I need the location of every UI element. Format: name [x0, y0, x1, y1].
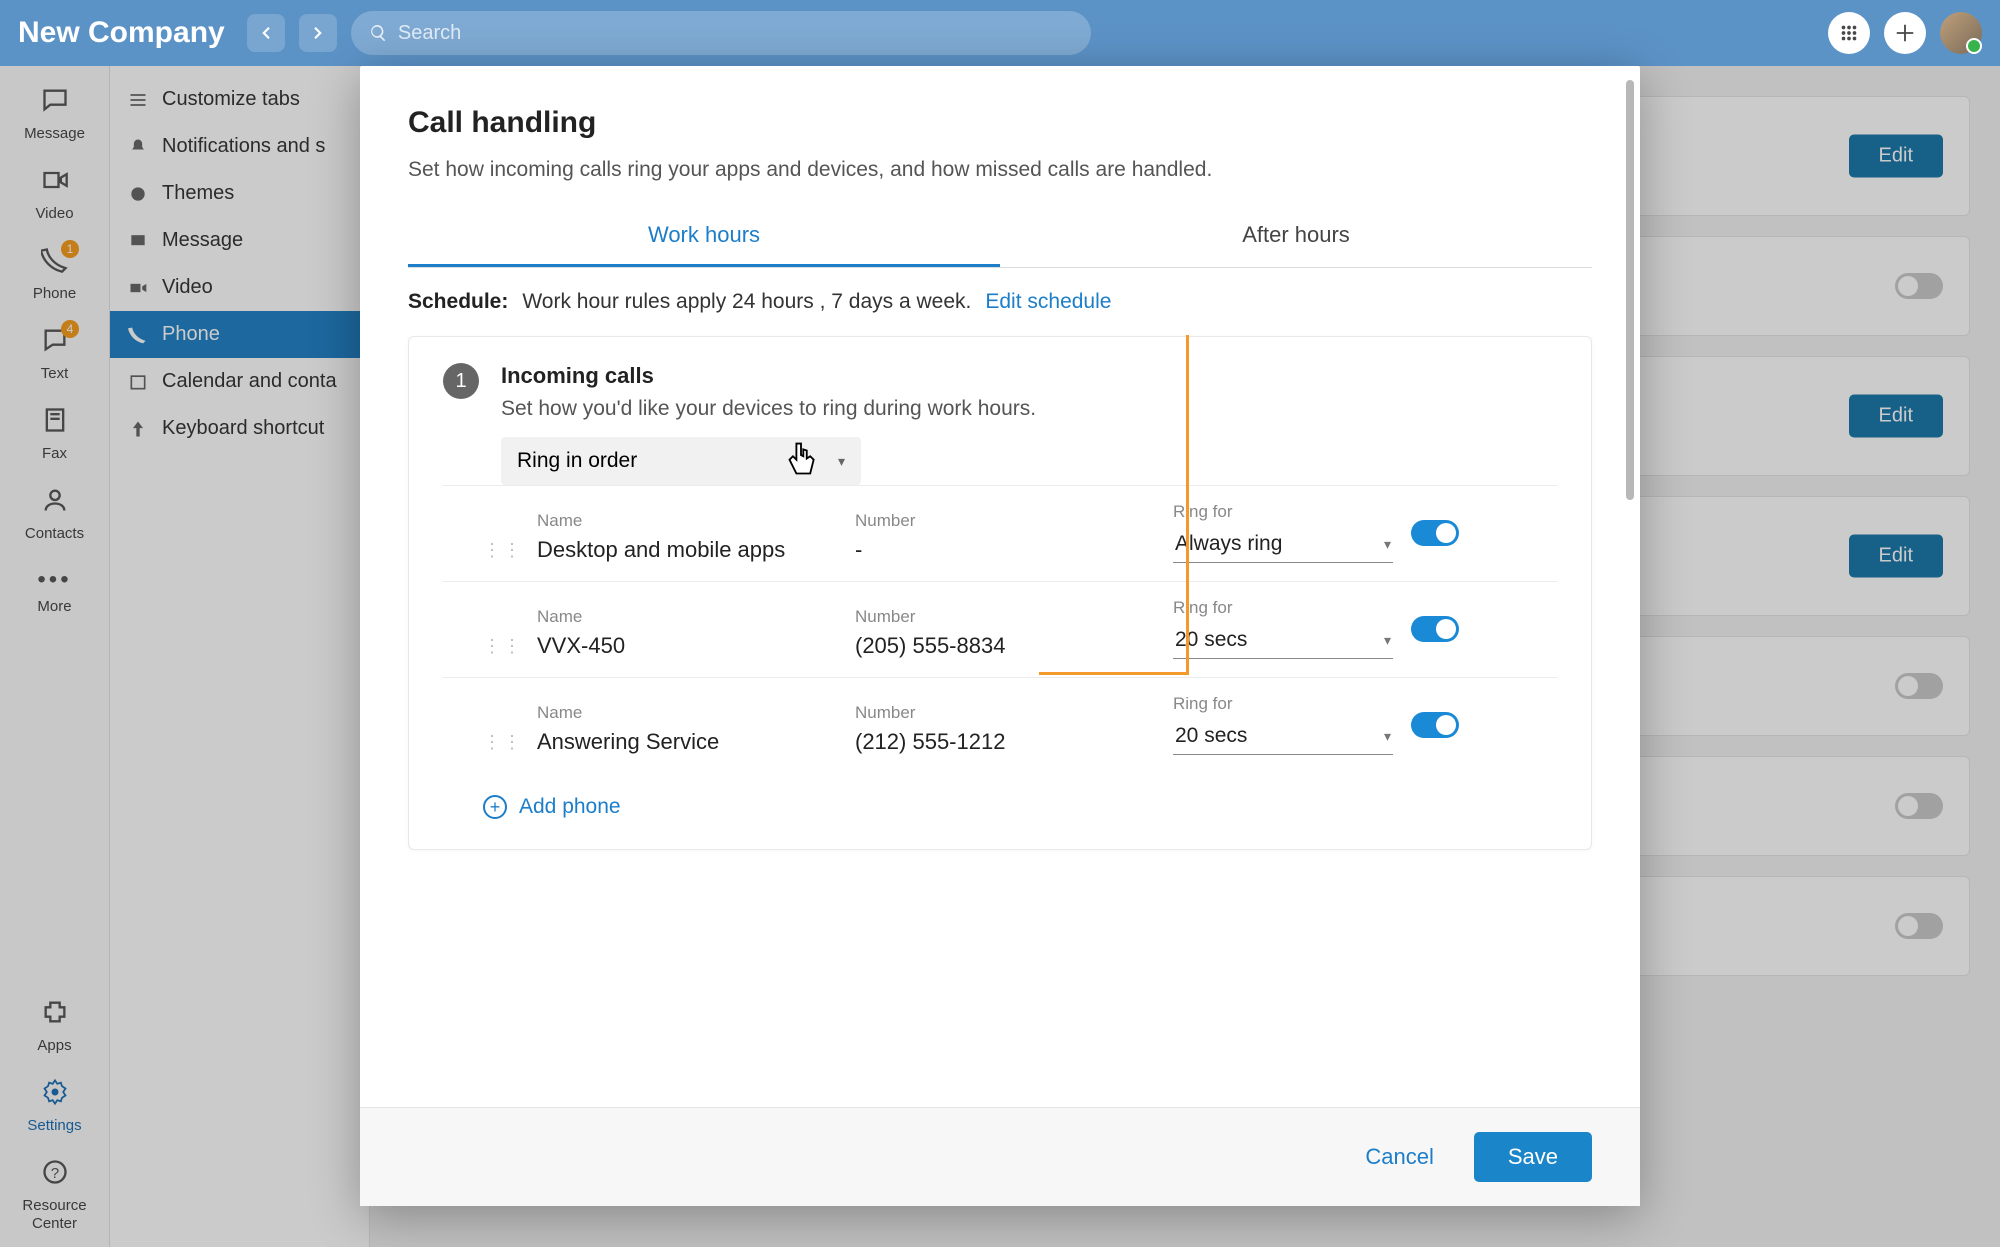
drag-handle-icon[interactable]: ⋮⋮	[483, 732, 519, 755]
drag-handle-icon[interactable]: ⋮⋮	[483, 540, 519, 563]
save-button[interactable]: Save	[1474, 1132, 1592, 1182]
device-name: VVX-450	[537, 633, 837, 659]
dialog-description: Set how incoming calls ring your apps an…	[408, 158, 1592, 182]
chevron-down-icon: ▾	[1384, 728, 1391, 745]
device-number: (212) 555-1212	[855, 729, 1155, 755]
device-row: ⋮⋮ Name VVX-450 Number (205) 555-8834 Ri…	[443, 581, 1557, 677]
dialpad-icon	[1838, 22, 1860, 44]
section-subtitle: Set how you'd like your devices to ring …	[501, 397, 1557, 421]
device-name: Desktop and mobile apps	[537, 537, 837, 563]
device-toggle[interactable]	[1411, 712, 1459, 738]
tab-after-hours[interactable]: After hours	[1000, 210, 1592, 267]
scrollbar[interactable]	[1626, 80, 1634, 500]
schedule-row: Schedule: Work hour rules apply 24 hours…	[408, 268, 1592, 336]
add-phone-button[interactable]: + Add phone	[443, 773, 1557, 819]
chevron-right-icon	[309, 24, 327, 42]
cancel-button[interactable]: Cancel	[1365, 1144, 1433, 1170]
call-handling-dialog: Call handling Set how incoming calls rin…	[360, 66, 1640, 1206]
schedule-label: Schedule:	[408, 290, 508, 314]
plus-circle-icon: +	[483, 795, 507, 819]
chevron-down-icon: ▾	[838, 453, 845, 470]
ring-mode-select[interactable]: Ring in order ▾	[501, 437, 861, 485]
search-input[interactable]	[398, 22, 1073, 45]
add-button[interactable]	[1884, 12, 1926, 54]
dialog-title: Call handling	[408, 106, 1592, 140]
ringfor-select[interactable]: 20 secs ▾	[1173, 720, 1393, 755]
section-title: Incoming calls	[501, 363, 1557, 389]
dialpad-button[interactable]	[1828, 12, 1870, 54]
dialog-tabs: Work hours After hours	[408, 210, 1592, 268]
chevron-down-icon: ▾	[1384, 632, 1391, 649]
device-row: ⋮⋮ Name Desktop and mobile apps Number -…	[443, 485, 1557, 581]
plus-icon	[1894, 22, 1916, 44]
device-number: (205) 555-8834	[855, 633, 1155, 659]
tab-work-hours[interactable]: Work hours	[408, 210, 1000, 267]
chevron-left-icon	[257, 24, 275, 42]
schedule-value: Work hour rules apply 24 hours , 7 days …	[522, 290, 971, 314]
topbar: New Company	[0, 0, 2000, 66]
search-field[interactable]	[351, 11, 1091, 55]
nav-back-button[interactable]	[247, 14, 285, 52]
drag-handle-icon[interactable]: ⋮⋮	[483, 636, 519, 659]
company-name: New Company	[18, 16, 225, 50]
ringfor-select[interactable]: Always ring ▾	[1173, 528, 1393, 563]
device-name: Answering Service	[537, 729, 837, 755]
cursor-icon	[781, 439, 821, 485]
incoming-calls-section: 1 Incoming calls Set how you'd like your…	[408, 336, 1592, 850]
device-toggle[interactable]	[1411, 616, 1459, 642]
nav-forward-button[interactable]	[299, 14, 337, 52]
chevron-down-icon: ▾	[1384, 536, 1391, 553]
edit-schedule-link[interactable]: Edit schedule	[985, 290, 1111, 314]
device-row: ⋮⋮ Name Answering Service Number (212) 5…	[443, 677, 1557, 773]
dialog-footer: Cancel Save	[360, 1107, 1640, 1206]
step-badge: 1	[443, 363, 479, 399]
device-toggle[interactable]	[1411, 520, 1459, 546]
avatar[interactable]	[1940, 12, 1982, 54]
search-icon	[369, 23, 388, 43]
device-number: -	[855, 537, 1155, 563]
ringfor-select[interactable]: 20 secs ▾	[1173, 624, 1393, 659]
